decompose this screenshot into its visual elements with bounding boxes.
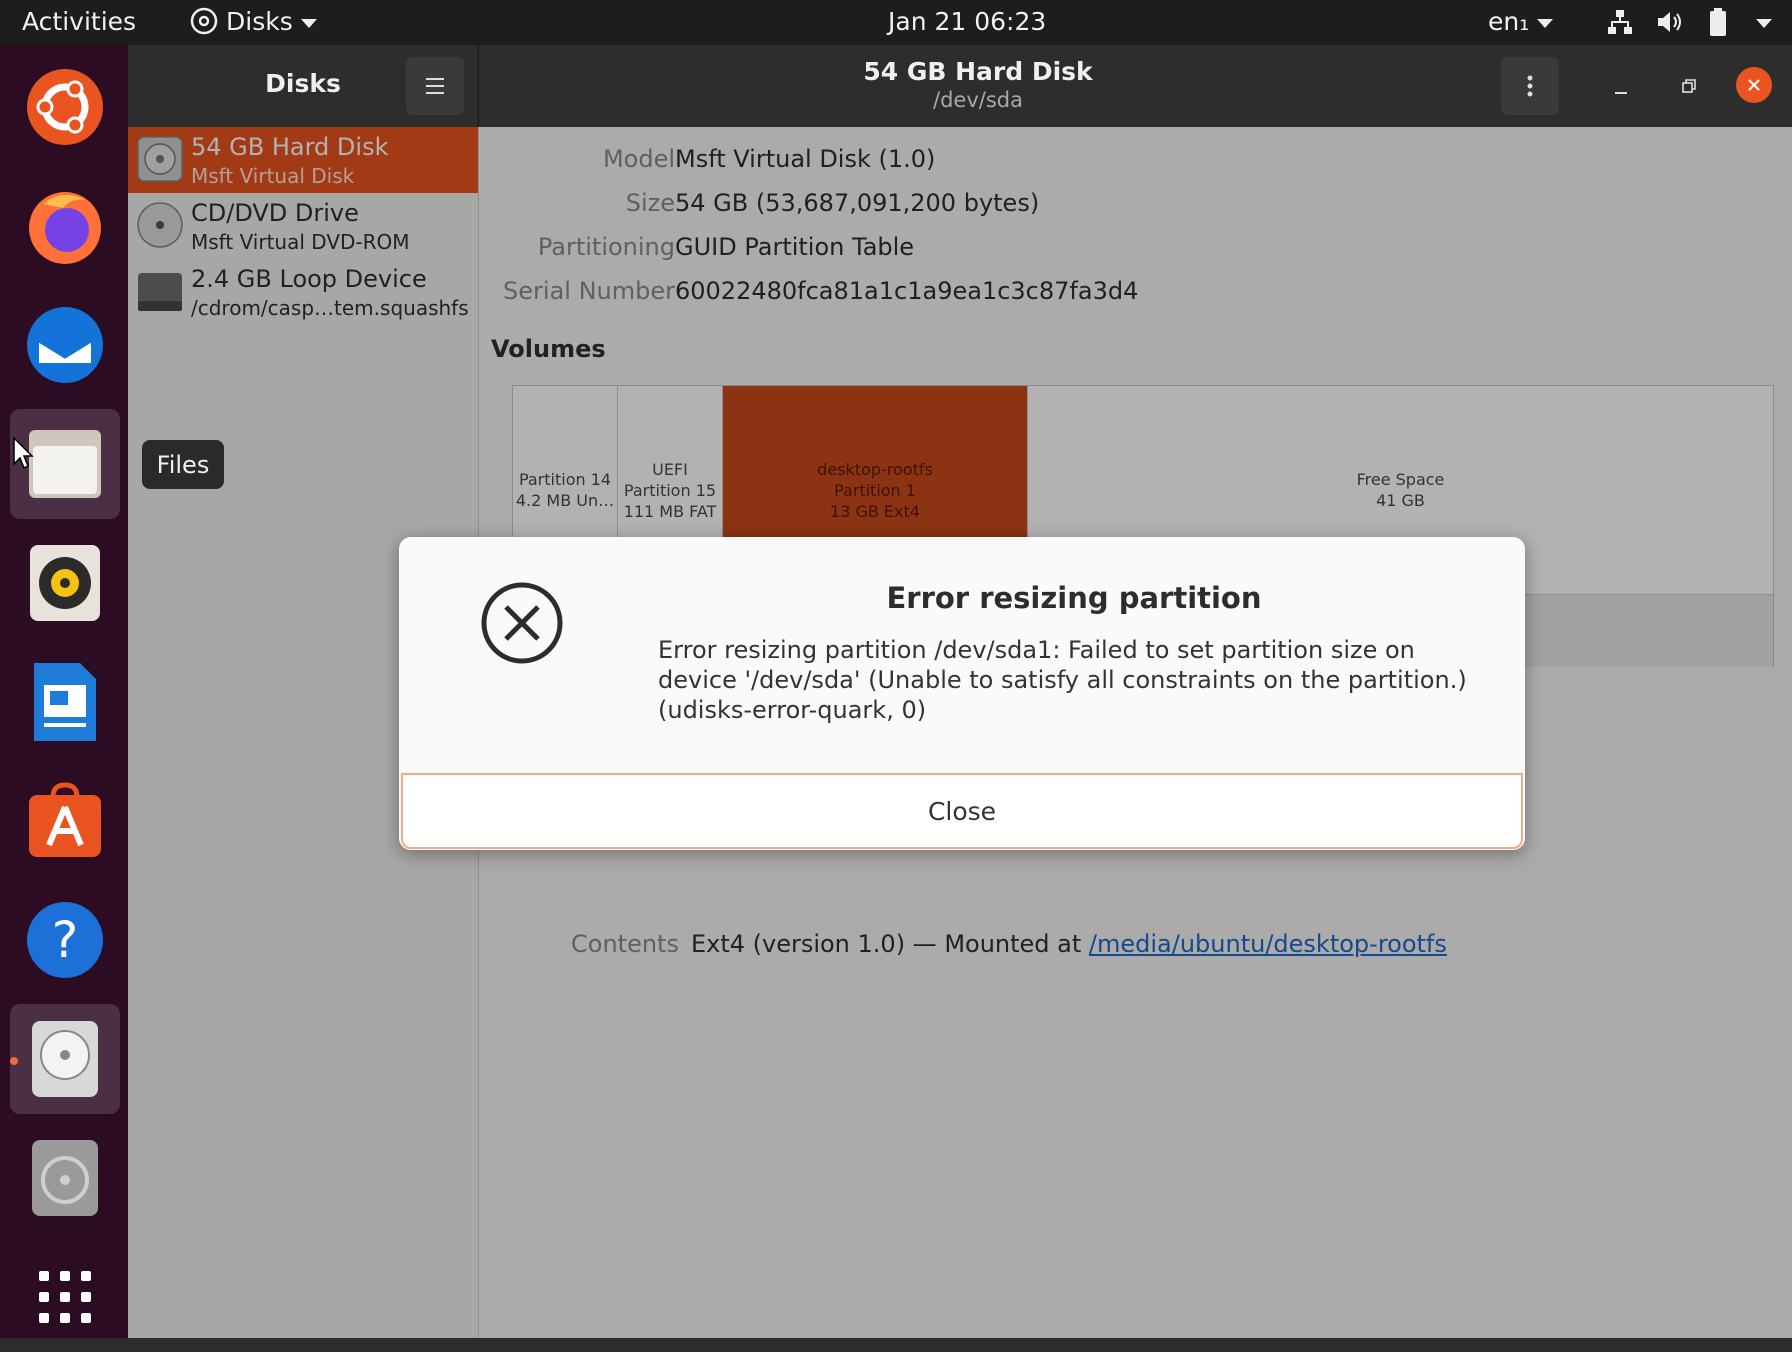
more-vertical-icon	[1527, 75, 1533, 97]
dialog-message-line: (udisks-error-quark, 0)	[658, 696, 927, 724]
mouse-pointer-icon	[13, 436, 34, 470]
svg-text:?: ?	[52, 911, 79, 969]
maximize-button[interactable]	[1674, 71, 1704, 101]
hamburger-menu-icon	[426, 78, 444, 94]
volume-icon[interactable]	[1655, 8, 1685, 44]
dialog-message: Error resizing partition /dev/sda1: Fail…	[658, 635, 1478, 725]
dock-disk-image-writer[interactable]	[10, 1123, 120, 1233]
rhythmbox-icon	[30, 545, 100, 621]
close-icon	[1748, 79, 1760, 91]
activities-button[interactable]: Activities	[22, 6, 136, 38]
thunderbird-icon	[27, 307, 103, 383]
app-menu-button[interactable]	[406, 57, 464, 115]
system-menu-button[interactable]	[1748, 6, 1772, 38]
window-subtitle: /dev/sda	[933, 88, 1023, 112]
dock-thunderbird[interactable]	[10, 290, 120, 400]
header-bar: Disks 54 GB Hard Disk /dev/sda	[128, 45, 1792, 127]
restore-icon	[1682, 79, 1696, 93]
error-icon	[481, 582, 563, 664]
disks-icon	[32, 1021, 98, 1097]
chevron-down-icon	[1537, 18, 1554, 28]
dock-rhythmbox[interactable]	[10, 528, 120, 638]
dock-disks[interactable]	[10, 1004, 120, 1114]
network-icon[interactable]	[1606, 8, 1634, 44]
app-menu-label: Disks	[226, 7, 293, 36]
close-window-button[interactable]	[1736, 67, 1772, 103]
drive-options-button[interactable]	[1501, 57, 1559, 115]
dock-help[interactable]: ?	[10, 885, 120, 995]
minimize-icon	[1615, 92, 1627, 94]
writer-icon	[34, 663, 96, 741]
firefox-icon	[29, 192, 101, 264]
chevron-down-icon	[1756, 18, 1772, 28]
files-icon	[29, 430, 101, 498]
dock-firefox[interactable]	[10, 171, 120, 281]
dialog-message-line: device '/dev/sda' (Unable to satisfy all…	[658, 666, 1467, 694]
app-grid-icon	[39, 1271, 91, 1323]
disk-image-icon	[32, 1140, 98, 1216]
dock-tooltip: Files	[142, 440, 224, 489]
ubuntu-logo-icon	[27, 69, 103, 145]
clock[interactable]: Jan 21 06:23	[888, 6, 1046, 38]
minimize-button[interactable]	[1606, 73, 1636, 103]
show-applications-button[interactable]	[10, 1242, 120, 1352]
dialog-message-line: Error resizing partition /dev/sda1: Fail…	[658, 636, 1415, 664]
input-source-menu[interactable]: en₁	[1488, 6, 1554, 38]
window-title: 54 GB Hard Disk	[863, 57, 1093, 86]
dialog-title: Error resizing partition	[886, 581, 1262, 615]
error-dialog: Error resizing partition Error resizing …	[399, 537, 1525, 850]
dock-ubuntu-software[interactable]	[10, 766, 120, 876]
chevron-down-icon	[300, 18, 317, 28]
input-source-label: en₁	[1488, 7, 1530, 36]
software-store-icon	[29, 782, 101, 857]
dialog-close-button[interactable]: Close	[401, 773, 1523, 849]
dock-ubuntu-logo[interactable]	[10, 52, 120, 162]
dock: ?	[0, 45, 128, 1338]
app-menu[interactable]: Disks	[190, 6, 317, 38]
top-bar: Activities Disks Jan 21 06:23 en₁	[0, 0, 1792, 45]
battery-icon[interactable]	[1708, 7, 1728, 45]
dock-libreoffice-writer[interactable]	[10, 647, 120, 757]
help-icon: ?	[27, 902, 103, 978]
disks-app-icon	[190, 7, 218, 35]
